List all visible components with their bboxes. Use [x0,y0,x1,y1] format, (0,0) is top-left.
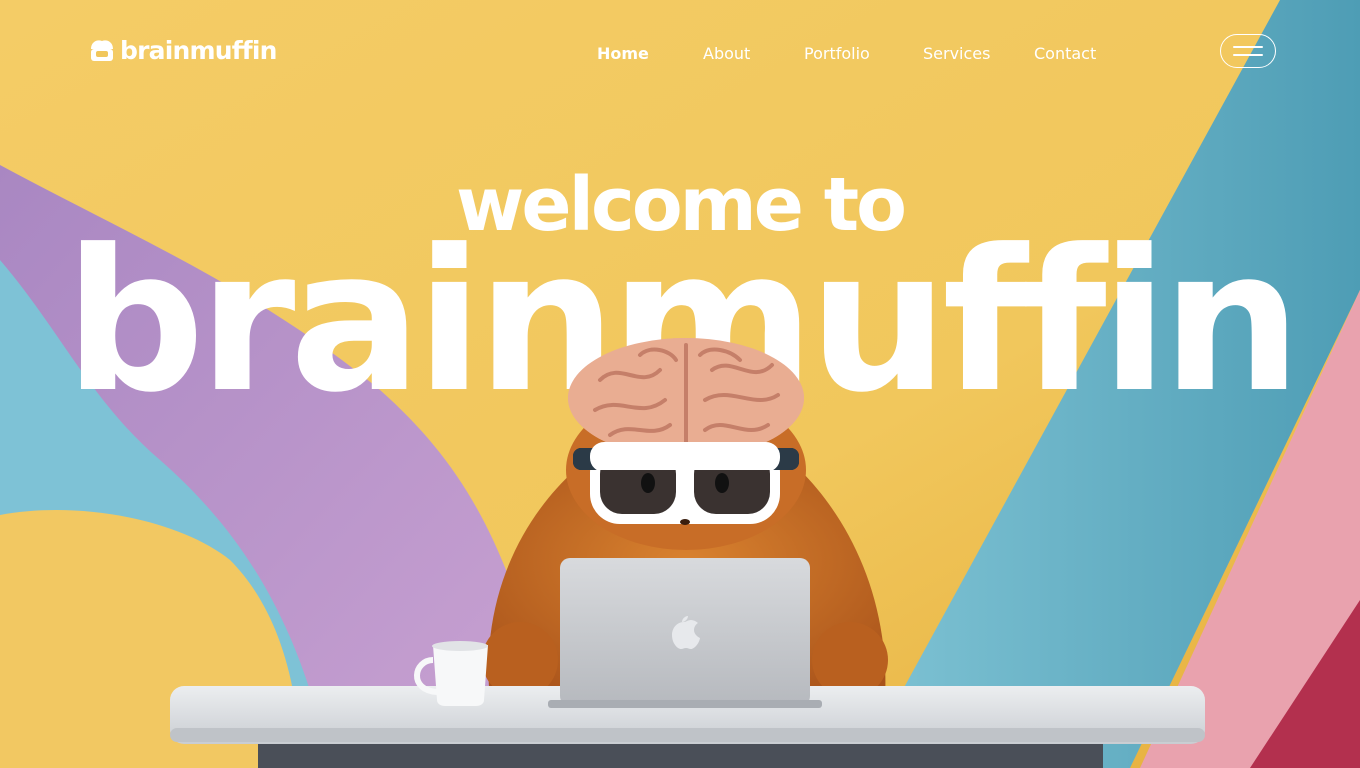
hero-welcome-text: welcome to [456,162,907,248]
nav-link-about[interactable]: About [703,44,750,64]
nav-link-portfolio[interactable]: Portfolio [804,44,870,64]
hamburger-menu-button[interactable] [1220,34,1276,68]
top-navigation: brainmuffin Home About Portfolio Service… [0,0,1360,100]
nav-link-contact[interactable]: Contact [1034,44,1096,64]
logo-text: brainmuffin [120,36,277,65]
brain-character-overlay [568,338,804,470]
muffin-icon [91,40,113,61]
nav-link-home[interactable]: Home [597,44,649,64]
hamburger-icon-line [1233,54,1263,56]
hamburger-icon [1233,46,1263,48]
nav-link-services[interactable]: Services [923,44,990,64]
brand-logo[interactable]: brainmuffin [88,36,277,66]
